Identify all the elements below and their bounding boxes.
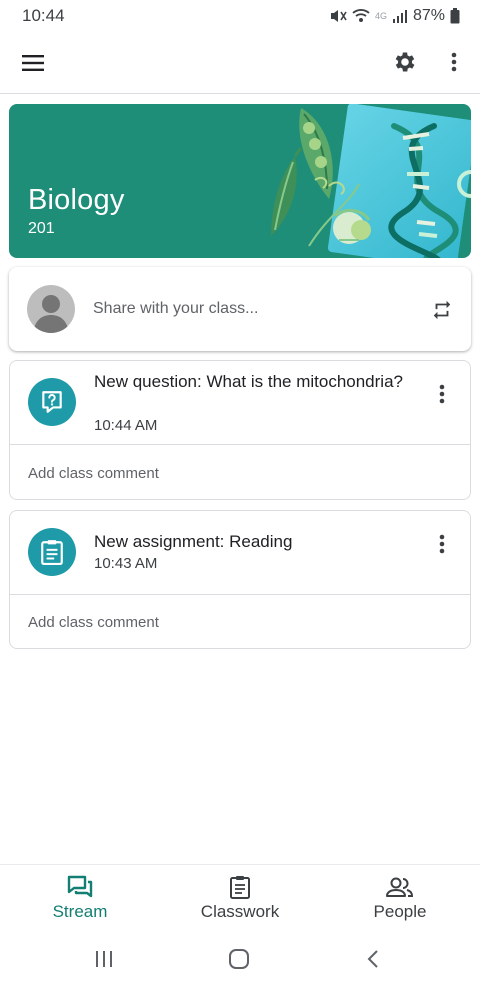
post-header[interactable]: New assignment: Reading 10:43 AM <box>10 511 470 594</box>
battery-icon <box>450 8 460 24</box>
battery-percent: 87% <box>412 7 445 24</box>
stream-post: New assignment: Reading 10:43 AM Add cla… <box>9 510 471 649</box>
repost-button[interactable] <box>425 293 459 327</box>
tab-people-label: People <box>373 902 427 921</box>
tab-stream[interactable]: Stream <box>0 865 160 930</box>
add-class-comment-link[interactable]: Add class comment <box>28 614 159 631</box>
people-icon <box>386 877 414 897</box>
post-time: 10:43 AM <box>94 555 158 572</box>
recents-icon <box>96 951 112 967</box>
back-icon <box>367 950 378 968</box>
class-title: Biology <box>28 184 125 216</box>
post-type-badge <box>28 378 76 426</box>
post-title: New question: What is the mitochondria? <box>94 372 403 391</box>
mute-icon <box>329 8 347 24</box>
status-time: 10:44 <box>22 6 65 25</box>
assignment-icon <box>41 540 63 565</box>
class-section: 201 <box>28 220 55 237</box>
network-type-label: 4G <box>374 11 387 21</box>
post-header[interactable]: New question: What is the mitochondria? … <box>10 361 470 444</box>
home-icon <box>229 949 249 969</box>
menu-button[interactable] <box>14 44 52 82</box>
share-input[interactable]: Share with your class... <box>93 300 258 318</box>
more-options-button[interactable] <box>438 42 470 82</box>
settings-button[interactable] <box>385 42 425 82</box>
wifi-icon <box>352 8 370 24</box>
tab-classwork-label: Classwork <box>200 902 280 921</box>
post-menu-button[interactable] <box>430 381 454 407</box>
menu-icon <box>22 55 44 71</box>
class-banner[interactable]: Biology 201 <box>9 104 471 258</box>
post-time: 10:44 AM <box>94 417 158 434</box>
divider <box>10 444 470 445</box>
signal-icon <box>392 9 408 23</box>
tab-classwork[interactable]: Classwork <box>160 865 320 930</box>
tab-people[interactable]: People <box>320 865 480 930</box>
home-button[interactable] <box>219 944 259 974</box>
stream-post: New question: What is the mitochondria? … <box>9 360 471 500</box>
post-menu-button[interactable] <box>430 531 454 557</box>
bottom-navigation: Stream Classwork People <box>0 864 480 930</box>
settings-icon <box>395 52 415 72</box>
system-navigation-bar <box>0 930 480 987</box>
post-type-badge <box>28 528 76 576</box>
post-title: New assignment: Reading <box>94 532 293 551</box>
stream-icon <box>67 875 93 898</box>
recents-button[interactable] <box>84 944 124 974</box>
question-icon <box>42 391 62 413</box>
app-bar <box>0 32 480 94</box>
avatar-placeholder-icon <box>33 295 69 333</box>
repost-icon <box>433 300 451 320</box>
divider <box>10 594 470 595</box>
add-class-comment-link[interactable]: Add class comment <box>28 465 159 482</box>
status-bar: 10:44 4G 87% <box>0 0 480 32</box>
tab-stream-label: Stream <box>52 902 108 921</box>
back-button[interactable] <box>353 944 393 974</box>
status-icons: 4G 87% <box>329 7 460 25</box>
more-vert-icon <box>439 534 445 554</box>
more-vert-icon <box>451 52 457 72</box>
biology-illustration <box>271 104 471 258</box>
classwork-icon <box>230 876 250 899</box>
more-vert-icon <box>439 384 445 404</box>
share-box[interactable]: Share with your class... <box>9 267 471 351</box>
user-avatar <box>27 285 75 333</box>
